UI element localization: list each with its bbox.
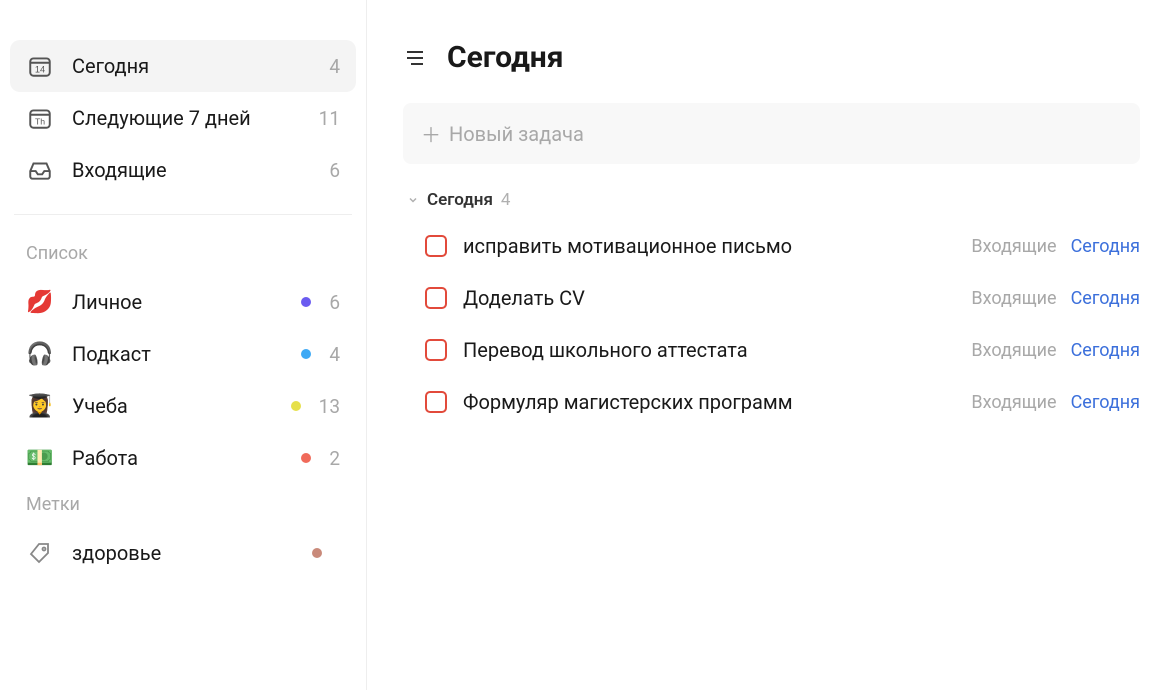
task-date-label: Сегодня — [1071, 288, 1140, 309]
task-title: исправить мотивационное письмо — [463, 234, 971, 258]
task-checkbox[interactable] — [425, 339, 447, 361]
sidebar-list-work[interactable]: 💵 Работа 2 — [10, 432, 356, 484]
task-group-header[interactable]: Сегодня 4 — [403, 186, 1140, 220]
sidebar-item-next-7-days[interactable]: Th Следующие 7 дней 11 — [10, 92, 356, 144]
task-title: Доделать CV — [463, 286, 971, 310]
sidebar-tags-header: Метки — [10, 484, 356, 527]
color-dot — [301, 297, 311, 307]
svg-text:Th: Th — [35, 117, 45, 127]
page-title: Сегодня — [447, 40, 564, 75]
sidebar-list-podcast[interactable]: 🎧 Подкаст 4 — [10, 328, 356, 380]
sidebar-item-count: 2 — [329, 447, 340, 470]
main-panel: Сегодня ＋ Новый задача Сегодня 4 исправи… — [367, 0, 1170, 690]
sidebar-item-count: 6 — [329, 291, 340, 314]
tag-icon — [26, 539, 54, 567]
sidebar-item-count: 4 — [329, 343, 340, 366]
sidebar-lists-header: Список — [10, 233, 356, 276]
sidebar-item-count: 11 — [319, 107, 340, 130]
new-task-placeholder: Новый задача — [449, 122, 584, 146]
sidebar-item-label: Входящие — [72, 158, 167, 182]
lips-icon: 💋 — [26, 288, 54, 316]
task-date-label: Сегодня — [1071, 236, 1140, 257]
color-dot — [291, 401, 301, 411]
sidebar-list-study[interactable]: 👩‍🎓 Учеба 13 — [10, 380, 356, 432]
sidebar-item-label: Сегодня — [72, 54, 149, 78]
task-title: Формуляр магистерских программ — [463, 390, 971, 414]
task-meta: Входящие Сегодня — [971, 288, 1140, 309]
task-meta: Входящие Сегодня — [971, 236, 1140, 257]
toggle-sidebar-icon[interactable] — [403, 46, 427, 70]
sidebar-item-inbox[interactable]: Входящие 6 — [10, 144, 356, 196]
sidebar: 14 Сегодня 4 Th Следующие 7 дней 11 Вход… — [0, 0, 367, 690]
task-list-label: Входящие — [971, 288, 1056, 309]
color-dot — [301, 453, 311, 463]
task-row[interactable]: Перевод школьного аттестата Входящие Сег… — [403, 324, 1140, 376]
sidebar-item-today[interactable]: 14 Сегодня 4 — [10, 40, 356, 92]
task-date-label: Сегодня — [1071, 340, 1140, 361]
task-list-label: Входящие — [971, 392, 1056, 413]
task-list-label: Входящие — [971, 236, 1056, 257]
chevron-down-icon — [407, 194, 419, 206]
calendar-today-icon: 14 — [26, 52, 54, 80]
sidebar-item-count: 13 — [319, 395, 340, 418]
task-checkbox[interactable] — [425, 391, 447, 413]
task-row[interactable]: Формуляр магистерских программ Входящие … — [403, 376, 1140, 428]
task-checkbox[interactable] — [425, 235, 447, 257]
task-group-label: Сегодня — [427, 190, 493, 210]
page-header: Сегодня — [403, 40, 1140, 75]
sidebar-item-label: Работа — [72, 446, 138, 470]
sidebar-item-label: Личное — [72, 290, 142, 314]
task-meta: Входящие Сегодня — [971, 340, 1140, 361]
new-task-input[interactable]: ＋ Новый задача — [403, 103, 1140, 164]
money-icon: 💵 — [26, 444, 54, 472]
color-dot — [312, 548, 322, 558]
task-meta: Входящие Сегодня — [971, 392, 1140, 413]
calendar-week-icon: Th — [26, 104, 54, 132]
sidebar-item-count: 4 — [329, 55, 340, 78]
plus-icon: ＋ — [421, 119, 441, 148]
sidebar-item-label: Подкаст — [72, 342, 151, 366]
task-list-label: Входящие — [971, 340, 1056, 361]
sidebar-list-personal[interactable]: 💋 Личное 6 — [10, 276, 356, 328]
task-title: Перевод школьного аттестата — [463, 338, 971, 362]
sidebar-item-label: здоровье — [72, 541, 161, 565]
svg-text:14: 14 — [35, 65, 45, 75]
task-checkbox[interactable] — [425, 287, 447, 309]
sidebar-item-label: Учеба — [72, 394, 128, 418]
inbox-icon — [26, 156, 54, 184]
task-date-label: Сегодня — [1071, 392, 1140, 413]
sidebar-item-count: 6 — [329, 159, 340, 182]
sidebar-divider — [14, 214, 352, 215]
task-row[interactable]: Доделать CV Входящие Сегодня — [403, 272, 1140, 324]
graduate-icon: 👩‍🎓 — [26, 392, 54, 420]
color-dot — [301, 349, 311, 359]
task-group-count: 4 — [501, 190, 511, 210]
sidebar-tag-health[interactable]: здоровье — [10, 527, 356, 579]
task-row[interactable]: исправить мотивационное письмо Входящие … — [403, 220, 1140, 272]
headphones-icon: 🎧 — [26, 340, 54, 368]
sidebar-item-label: Следующие 7 дней — [72, 106, 251, 130]
